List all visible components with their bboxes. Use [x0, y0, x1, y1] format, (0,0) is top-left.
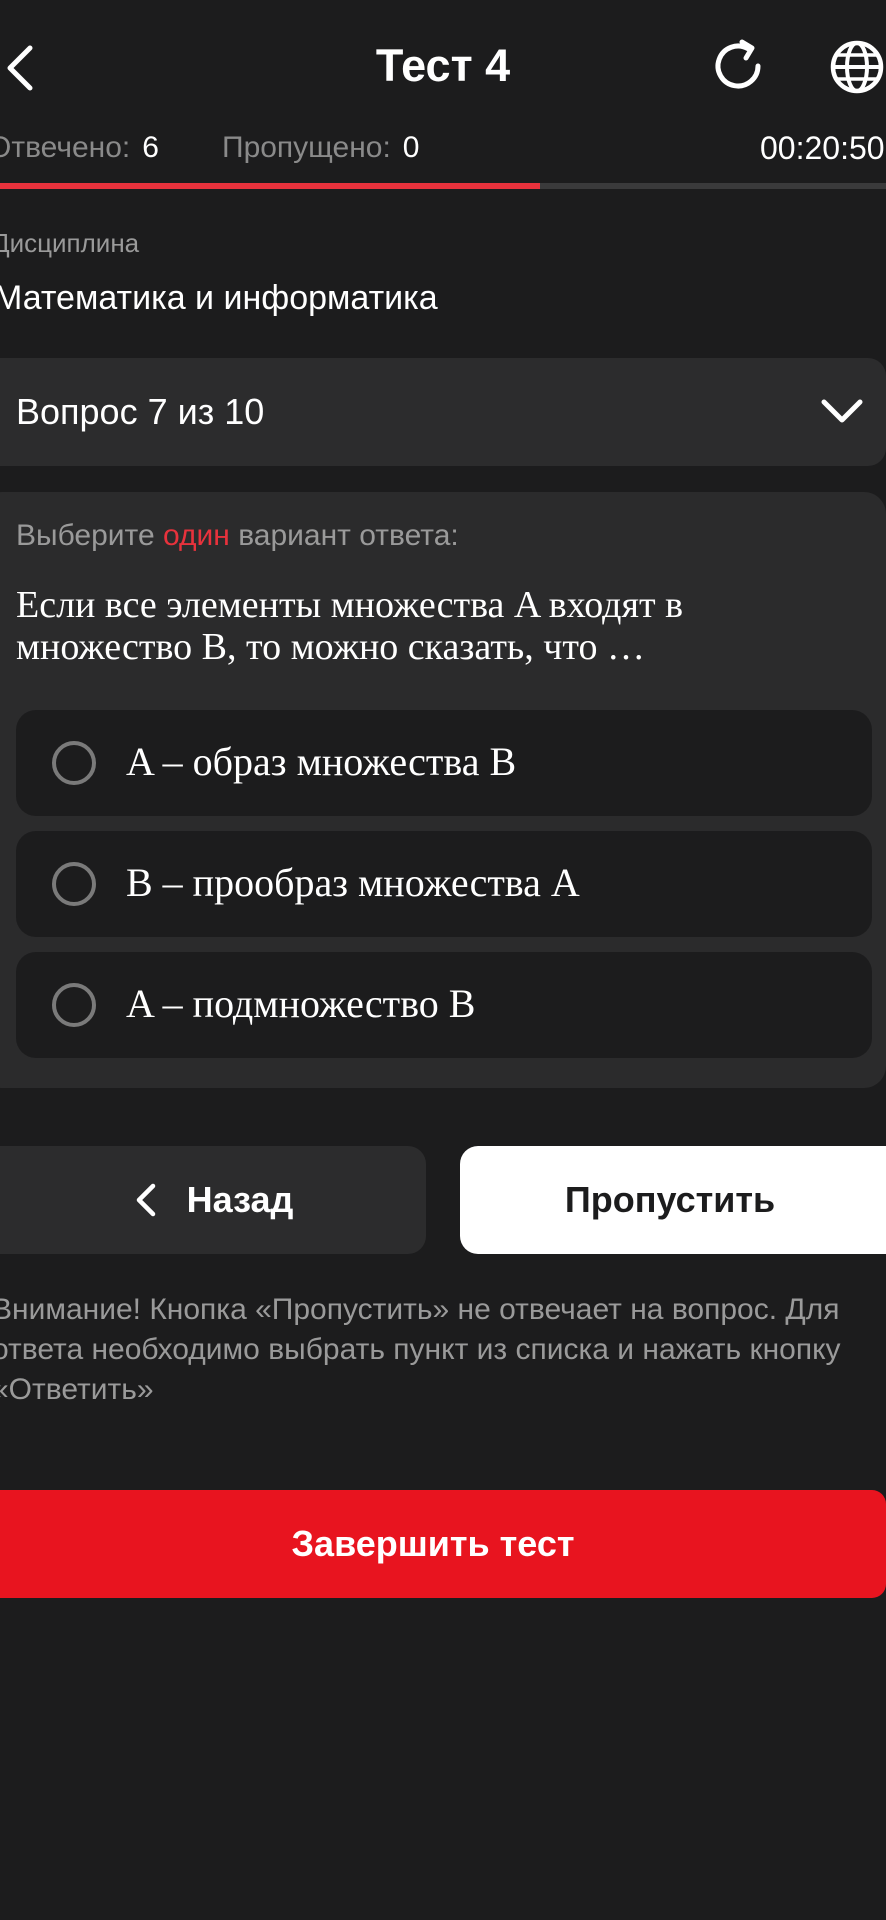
answer-option[interactable]: B – прообраз множества A — [16, 831, 872, 937]
finish-test-label: Завершить тест — [291, 1523, 575, 1564]
skipped-label: Пропущено: — [222, 131, 391, 164]
answer-option-label: B – прообраз множества A — [126, 860, 580, 905]
globe-icon[interactable] — [828, 38, 886, 96]
skipped-counter: Пропущено: 0 — [222, 128, 419, 168]
skip-button[interactable]: Пропустить — [460, 1146, 886, 1254]
instruction-text: Выберите — [16, 519, 155, 552]
discipline-value: Математика и информатика — [0, 279, 438, 317]
progress-bar-fill — [0, 183, 541, 189]
answer-option-label: A – образ множества B — [126, 739, 517, 784]
answered-label: Отвечено: — [0, 131, 131, 164]
skipped-value: 0 — [402, 131, 420, 164]
question-card: Выберите один вариант ответа: Если все э… — [0, 492, 886, 1088]
back-button-label: Назад — [186, 1179, 294, 1220]
warning-text: Внимание! Кнопка «Пропустить» не отвечае… — [0, 1293, 841, 1406]
radio-icon[interactable] — [52, 983, 96, 1027]
chevron-left-icon — [133, 1180, 159, 1220]
finish-test-button[interactable]: Завершить тест — [0, 1490, 886, 1598]
answered-counter: Отвечено: 6 — [0, 128, 159, 168]
instruction-accent: один — [162, 519, 230, 552]
question-selector-label: Вопрос 7 из 10 — [16, 391, 265, 432]
timer: 00:20:50 — [760, 130, 885, 166]
answered-value: 6 — [142, 131, 159, 164]
chevron-down-icon — [820, 392, 864, 432]
answer-instruction: Выберите один вариант ответа: — [16, 516, 459, 556]
answer-option[interactable]: A – образ множества B — [16, 710, 872, 816]
back-button[interactable]: Назад — [0, 1146, 426, 1254]
question-selector[interactable]: Вопрос 7 из 10 — [0, 358, 886, 466]
refresh-icon[interactable] — [708, 36, 768, 96]
progress-bar — [0, 183, 886, 189]
skip-button-label: Пропустить — [564, 1179, 776, 1220]
answer-option[interactable]: A – подмножество B — [16, 952, 872, 1058]
discipline-label: Дисциплина — [0, 228, 140, 258]
instruction-text-end: вариант ответа: — [238, 519, 459, 552]
radio-icon[interactable] — [52, 862, 96, 906]
question-text: Если все элементы множества A входят в м… — [16, 584, 684, 668]
answer-option-label: A – подмножество B — [126, 981, 476, 1026]
radio-icon[interactable] — [52, 741, 96, 785]
